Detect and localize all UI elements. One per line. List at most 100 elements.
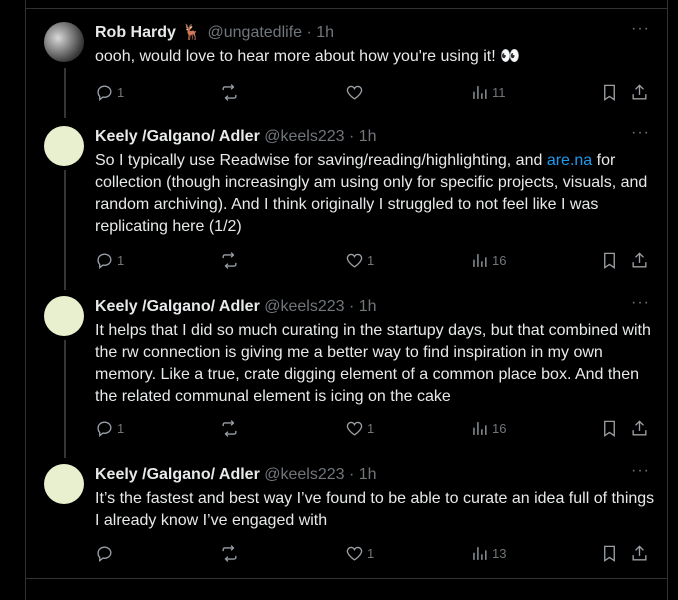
author-handle[interactable]: @keels223 [264, 466, 344, 483]
bookmark-button[interactable] [600, 82, 619, 102]
views-count: 16 [492, 420, 507, 436]
reply-count: 1 [117, 252, 125, 268]
divider [25, 8, 668, 9]
share-icon [630, 83, 649, 102]
retweet-button[interactable] [220, 418, 242, 438]
retweet-icon [220, 83, 239, 102]
reply-count: 1 [117, 84, 125, 100]
like-button[interactable] [345, 82, 367, 102]
author-name[interactable]: Keely /Galgano/ Adler [95, 128, 260, 145]
tweet-text: It’s the fastest and best way I’ve found… [95, 488, 655, 532]
heart-icon [345, 251, 364, 270]
tweet-text: So I typically use Readwise for saving/r… [95, 150, 655, 238]
author-handle[interactable]: @keels223 [264, 128, 344, 145]
views-icon [470, 419, 489, 438]
views-icon [470, 544, 489, 563]
views-button[interactable]: 16 [470, 418, 506, 438]
timestamp[interactable]: · 1h [306, 24, 334, 41]
share-button[interactable] [630, 543, 649, 563]
tweet-header: Keely /Galgano/ Adler @keels223 · 1h [95, 464, 377, 486]
like-button[interactable]: 1 [345, 418, 374, 438]
reply-icon [95, 419, 114, 438]
reply-icon [95, 544, 114, 563]
more-options-button[interactable]: ··· [631, 20, 650, 38]
views-button[interactable]: 16 [470, 250, 506, 270]
avatar[interactable] [44, 22, 84, 62]
eyes-emoji: 👀 [500, 48, 520, 65]
reply-button[interactable]: 1 [95, 250, 124, 270]
action-bar: 1 1 16 [95, 250, 655, 270]
more-options-button[interactable]: ··· [631, 294, 650, 312]
author-handle[interactable]: @keels223 [264, 298, 344, 315]
bookmark-icon [600, 419, 619, 438]
reply-count: 1 [117, 420, 125, 436]
avatar[interactable] [44, 296, 84, 336]
views-button[interactable]: 11 [470, 82, 506, 102]
views-count: 11 [492, 84, 506, 100]
tweet[interactable]: Keely /Galgano/ Adler @keels223 · 1h ···… [25, 124, 668, 276]
tweet-header: Keely /Galgano/ Adler @keels223 · 1h [95, 296, 377, 318]
more-options-button[interactable]: ··· [631, 124, 650, 142]
heart-icon [345, 419, 364, 438]
reply-icon [95, 251, 114, 270]
retweet-button[interactable] [220, 250, 242, 270]
author-name[interactable]: Keely /Galgano/ Adler [95, 466, 260, 483]
share-icon [630, 544, 649, 563]
retweet-button[interactable] [220, 82, 242, 102]
retweet-icon [220, 419, 239, 438]
divider [25, 578, 668, 579]
author-name[interactable]: Rob Hardy [95, 24, 176, 41]
share-button[interactable] [630, 82, 649, 102]
heart-icon [345, 83, 364, 102]
reply-button[interactable]: 1 [95, 418, 124, 438]
like-count: 1 [367, 420, 375, 436]
bookmark-button[interactable] [600, 543, 619, 563]
bookmark-button[interactable] [600, 418, 619, 438]
deer-emoji: 🦌 [182, 24, 202, 41]
views-button[interactable]: 13 [470, 543, 506, 563]
timestamp[interactable]: · 1h [349, 466, 377, 483]
bookmark-icon [600, 544, 619, 563]
share-button[interactable] [630, 418, 649, 438]
tweet-header: Rob Hardy 🦌 @ungatedlife · 1h [95, 22, 334, 44]
avatar[interactable] [44, 464, 84, 504]
action-bar: 1 11 [95, 82, 655, 102]
like-button[interactable]: 1 [345, 250, 374, 270]
like-button[interactable]: 1 [345, 543, 374, 563]
tweet-text-part: It’s the fastest and best way I’ve found… [95, 490, 655, 529]
action-bar: 1 13 [95, 543, 655, 563]
views-icon [470, 251, 489, 270]
timestamp[interactable]: · 1h [349, 128, 377, 145]
retweet-button[interactable] [220, 543, 242, 563]
author-name[interactable]: Keely /Galgano/ Adler [95, 298, 260, 315]
like-count: 1 [367, 545, 375, 561]
share-button[interactable] [630, 250, 649, 270]
action-bar: 1 1 16 [95, 418, 655, 438]
bookmark-icon [600, 251, 619, 270]
tweet[interactable]: Rob Hardy 🦌 @ungatedlife · 1h ··· oooh, … [25, 20, 668, 102]
tweet-text-part: It helps that I did so much curating in … [95, 322, 651, 405]
reply-icon [95, 83, 114, 102]
tweet-link[interactable]: are.na [547, 152, 592, 169]
retweet-icon [220, 251, 239, 270]
heart-icon [345, 544, 364, 563]
reply-button[interactable]: 1 [95, 82, 124, 102]
views-count: 16 [492, 252, 507, 268]
tweet[interactable]: Keely /Galgano/ Adler @keels223 · 1h ···… [25, 294, 668, 446]
tweet-text-part: So I typically use Readwise for saving/r… [95, 152, 547, 169]
tweet-text: oooh, would love to hear more about how … [95, 46, 655, 68]
bookmark-icon [600, 83, 619, 102]
like-count: 1 [367, 252, 375, 268]
tweet-header: Keely /Galgano/ Adler @keels223 · 1h [95, 126, 377, 148]
timestamp[interactable]: · 1h [349, 298, 377, 315]
views-icon [470, 83, 489, 102]
tweet[interactable]: Keely /Galgano/ Adler @keels223 · 1h ···… [25, 462, 668, 574]
tweet-text: It helps that I did so much curating in … [95, 320, 655, 408]
more-options-button[interactable]: ··· [631, 462, 650, 480]
bookmark-button[interactable] [600, 250, 619, 270]
author-handle[interactable]: @ungatedlife [208, 24, 303, 41]
share-icon [630, 419, 649, 438]
avatar[interactable] [44, 126, 84, 166]
views-count: 13 [492, 545, 507, 561]
reply-button[interactable] [95, 543, 117, 563]
